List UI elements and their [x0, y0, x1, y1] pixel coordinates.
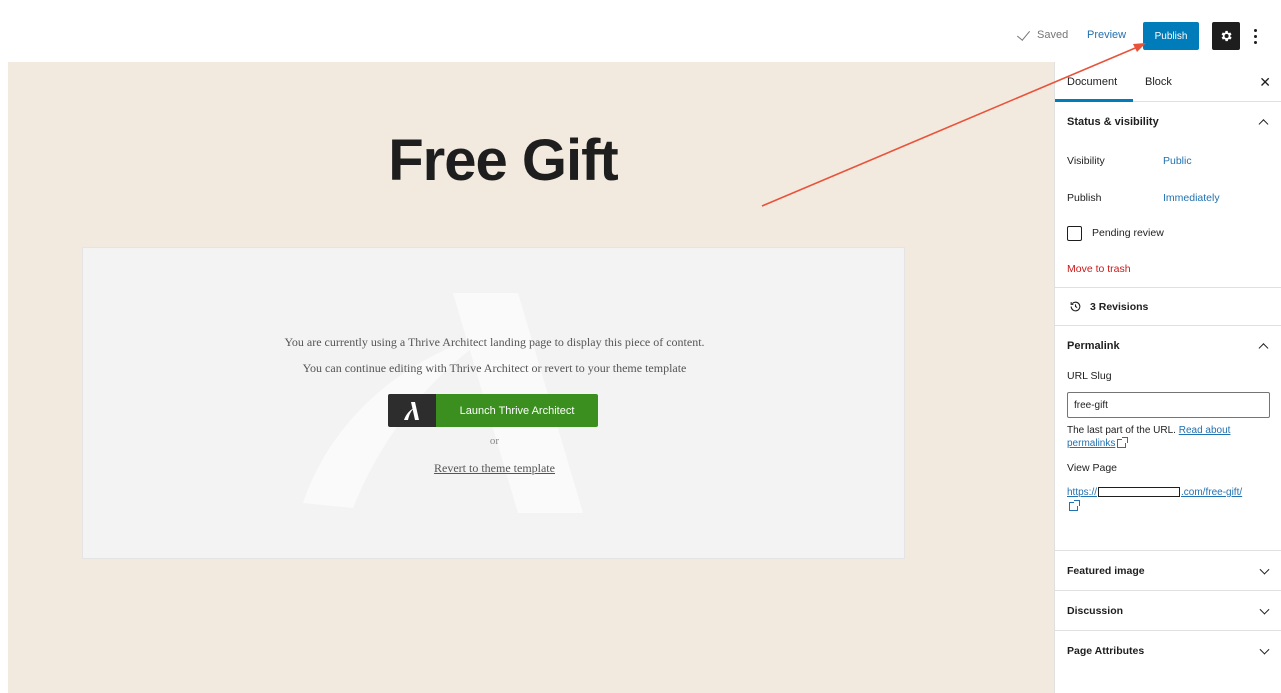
url-suffix: .com/free-gift/ [1181, 487, 1243, 498]
tab-document[interactable]: Document [1067, 76, 1117, 88]
help-text: The last part of the URL. [1067, 425, 1176, 436]
url-slug-input[interactable] [1067, 392, 1270, 418]
or-text: or [489, 435, 500, 447]
dot [1253, 34, 1257, 38]
launch-thrive-architect-button[interactable]: Launch Thrive Architect [388, 394, 598, 427]
history-icon [1070, 301, 1081, 312]
chevron-down-icon [1259, 644, 1270, 655]
post-title[interactable]: Free Gift [8, 127, 998, 194]
revisions-label: 3 Revisions [1090, 300, 1149, 313]
notice-line-2: You can continue editing with Thrive Arc… [302, 361, 687, 375]
pending-review-label[interactable]: Pending review [1092, 227, 1164, 239]
permalink-help: The last part of the URL. Read about per… [1055, 418, 1281, 450]
saved-indicator: Saved [1017, 29, 1068, 41]
permalink-toggle[interactable]: Permalink [1055, 326, 1281, 366]
publish-row: Publish Immediately [1055, 179, 1281, 216]
visibility-row: Visibility Public [1055, 142, 1281, 179]
dot [1253, 40, 1257, 44]
editor-canvas: Free Gift You are currently using a Thri… [8, 62, 1054, 693]
saved-label: Saved [1037, 29, 1069, 41]
publish-label: Publish [1067, 191, 1102, 204]
page-attributes-toggle[interactable]: Page Attributes [1055, 630, 1281, 670]
redacted-domain [1098, 487, 1181, 498]
visibility-value-link[interactable]: Public [1163, 155, 1192, 167]
preview-button[interactable]: Preview [1087, 29, 1126, 41]
revisions-link[interactable]: 3 Revisions [1055, 288, 1281, 326]
revert-to-theme-link[interactable]: Revert to theme template [434, 461, 555, 475]
chevron-down-icon [1259, 564, 1270, 575]
settings-button[interactable] [1212, 22, 1240, 50]
revert-row: Revert to theme template [83, 461, 904, 476]
featured-image-toggle[interactable]: Featured image [1055, 550, 1281, 590]
view-page-label: View Page [1067, 462, 1118, 474]
visibility-label: Visibility [1067, 154, 1105, 167]
dot [1253, 28, 1257, 32]
view-page-link[interactable]: https:// .com/free-gift/ [1055, 474, 1281, 514]
thrive-architect-notice: You are currently using a Thrive Archite… [82, 247, 905, 559]
permalink-title: Permalink [1067, 340, 1120, 352]
close-icon[interactable]: ✕ [1259, 74, 1271, 91]
page-attributes-title: Page Attributes [1067, 644, 1145, 657]
editor-header: Saved Preview Publish [0, 0, 1281, 62]
move-to-trash-link[interactable]: Move to trash [1055, 250, 1281, 288]
chevron-up-icon [1258, 119, 1269, 130]
external-link-icon [1069, 499, 1080, 511]
sidebar-tabs: Document Block ✕ [1055, 62, 1281, 102]
external-link-icon [1117, 436, 1129, 448]
discussion-toggle[interactable]: Discussion [1055, 590, 1281, 630]
gear-icon [1221, 30, 1232, 42]
discussion-title: Discussion [1067, 604, 1124, 617]
thrive-architect-logo-icon [388, 394, 436, 427]
settings-sidebar: Document Block ✕ Status & visibility Vis… [1054, 62, 1281, 693]
publish-date-link[interactable]: Immediately [1163, 192, 1220, 204]
pending-review-checkbox[interactable] [1067, 225, 1082, 241]
tab-block[interactable]: Block [1145, 76, 1172, 88]
launch-label: Launch Thrive Architect [436, 394, 598, 427]
status-visibility-title: Status & visibility [1067, 116, 1159, 128]
check-icon [1017, 30, 1031, 40]
featured-image-title: Featured image [1067, 564, 1145, 577]
pending-review-row: Pending review [1055, 216, 1281, 250]
url-prefix: https:// [1067, 487, 1098, 498]
chevron-up-icon [1258, 343, 1269, 354]
status-visibility-toggle[interactable]: Status & visibility [1055, 102, 1281, 142]
publish-button[interactable]: Publish [1143, 22, 1199, 50]
chevron-down-icon [1259, 604, 1270, 615]
notice-line-1: You are currently using a Thrive Archite… [284, 335, 705, 349]
url-slug-label: URL Slug [1067, 370, 1112, 382]
more-options-button[interactable] [1249, 22, 1261, 50]
